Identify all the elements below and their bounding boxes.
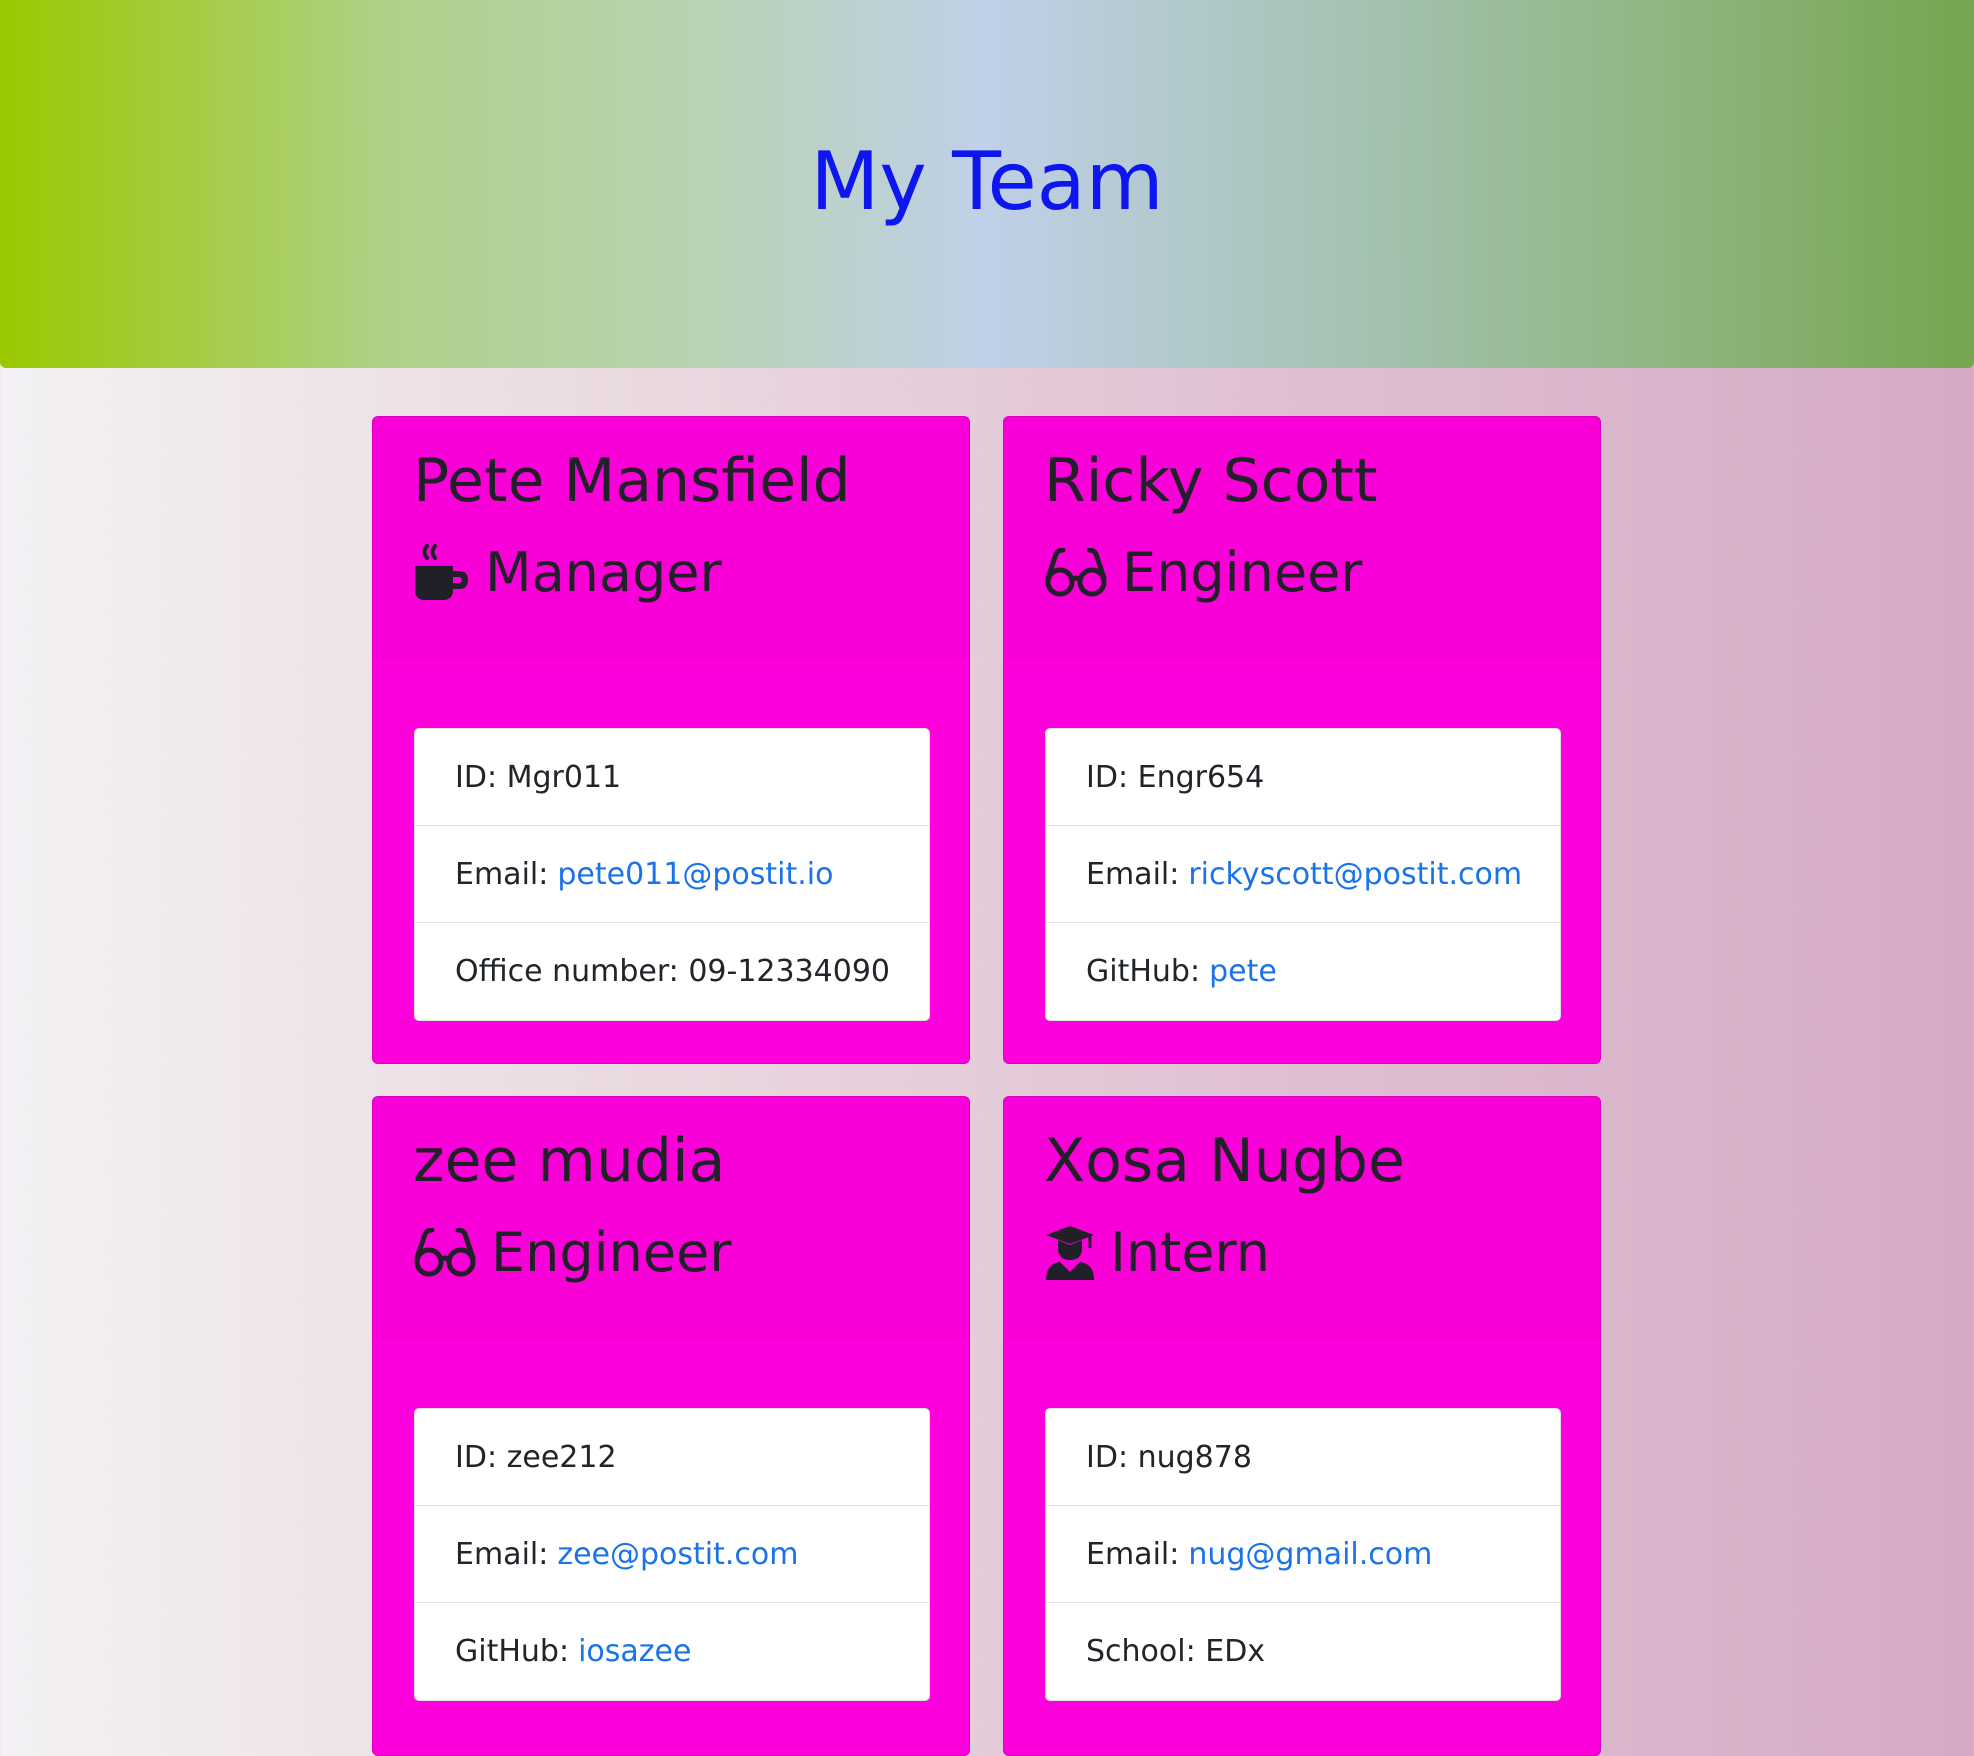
- card-header: zee mudia Engineer: [373, 1097, 969, 1338]
- info-list: ID: nug878 Email: nug@gmail.com School: E…: [1045, 1408, 1561, 1701]
- github-link[interactable]: iosazee: [578, 1634, 691, 1669]
- github-link[interactable]: pete: [1209, 954, 1277, 989]
- employee-id: ID: zee212: [415, 1409, 929, 1506]
- employee-name: zee mudia: [413, 1126, 726, 1196]
- role-label: Intern: [1110, 1221, 1271, 1284]
- email-link[interactable]: zee@postit.com: [557, 1537, 798, 1572]
- employee-name: Ricky Scott: [1044, 446, 1378, 516]
- employee-card-engineer: Ricky Scott Engineer ID: Engr654 Email: r…: [1003, 416, 1601, 1064]
- card-header: Pete Mansfield Manager: [373, 417, 969, 658]
- employee-email: Email: rickyscott@postit.com: [1046, 826, 1560, 923]
- page-title: My Team: [810, 135, 1164, 228]
- employee-name: Pete Mansfield: [413, 446, 851, 516]
- graduate-icon: [1044, 1224, 1096, 1282]
- employee-github: GitHub: pete: [1086, 954, 1277, 989]
- employee-card-manager: Pete Mansfield Manager ID: Mgr011 Email:…: [372, 416, 970, 1064]
- employee-name: Xosa Nugbe: [1044, 1126, 1405, 1196]
- employee-school: School: EDx: [1086, 1634, 1266, 1669]
- email-link[interactable]: nug@gmail.com: [1188, 1537, 1432, 1572]
- role-label: Manager: [485, 541, 722, 604]
- glasses-icon: [413, 1228, 477, 1278]
- glasses-icon: [1044, 548, 1108, 598]
- employee-card-engineer: zee mudia Engineer ID: zee212 Email: zee@…: [372, 1096, 970, 1756]
- employee-card-intern: Xosa Nugbe Intern ID: nug878 Email: nug@g…: [1003, 1096, 1601, 1756]
- role-label: Engineer: [1122, 541, 1363, 604]
- employee-email: Email: pete011@postit.io: [415, 826, 929, 923]
- page-header: My Team: [0, 0, 1974, 368]
- card-header: Ricky Scott Engineer: [1004, 417, 1600, 658]
- coffee-mug-icon: [413, 544, 471, 602]
- employee-office-number: Office number: 09-12334090: [455, 954, 891, 989]
- info-list: ID: Mgr011 Email: pete011@postit.io Offic…: [414, 728, 930, 1021]
- employee-email: Email: nug@gmail.com: [1046, 1506, 1560, 1603]
- email-link[interactable]: rickyscott@postit.com: [1188, 857, 1522, 892]
- card-header: Xosa Nugbe Intern: [1004, 1097, 1600, 1338]
- employee-email: Email: zee@postit.com: [415, 1506, 929, 1603]
- employee-github: GitHub: iosazee: [455, 1634, 692, 1669]
- info-list: ID: Engr654 Email: rickyscott@postit.com …: [1045, 728, 1561, 1021]
- employee-id: ID: nug878: [1046, 1409, 1560, 1506]
- info-list: ID: zee212 Email: zee@postit.com GitHub: i…: [414, 1408, 930, 1701]
- employee-role: Intern: [1044, 1213, 1270, 1293]
- employee-id: ID: Engr654: [1046, 729, 1560, 826]
- employee-role: Manager: [413, 533, 722, 613]
- employee-role: Engineer: [413, 1213, 732, 1293]
- employee-id: ID: Mgr011: [415, 729, 929, 826]
- role-label: Engineer: [491, 1221, 732, 1284]
- employee-role: Engineer: [1044, 533, 1363, 613]
- email-link[interactable]: pete011@postit.io: [557, 857, 833, 892]
